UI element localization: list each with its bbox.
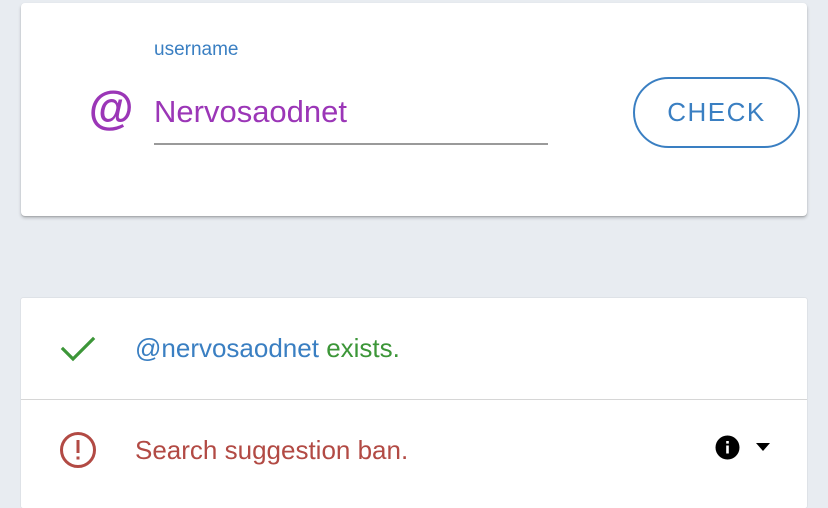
username-input[interactable] [154, 81, 548, 145]
check-icon [60, 336, 96, 362]
result-row-exists: @nervosaodnet exists. [21, 298, 807, 398]
details-toggle[interactable] [711, 432, 775, 464]
search-ban-message: Search suggestion ban. [135, 435, 409, 465]
username-handle: @nervosaodnet [135, 333, 319, 363]
exclamation-circle-icon [60, 432, 96, 468]
results-card: @nervosaodnet exists. Search suggestion … [21, 298, 807, 508]
result-row-search-ban[interactable]: Search suggestion ban. [21, 400, 807, 500]
at-sign-icon: @ [88, 82, 133, 134]
username-search-card: @ username CHECK [21, 3, 807, 216]
caret-down-icon[interactable] [756, 443, 770, 451]
username-label: username [154, 39, 239, 60]
exists-message: exists. [318, 333, 400, 363]
check-button[interactable]: CHECK [633, 77, 800, 148]
info-icon[interactable] [715, 435, 740, 460]
result-text-exists: @nervosaodnet exists. [135, 332, 400, 364]
